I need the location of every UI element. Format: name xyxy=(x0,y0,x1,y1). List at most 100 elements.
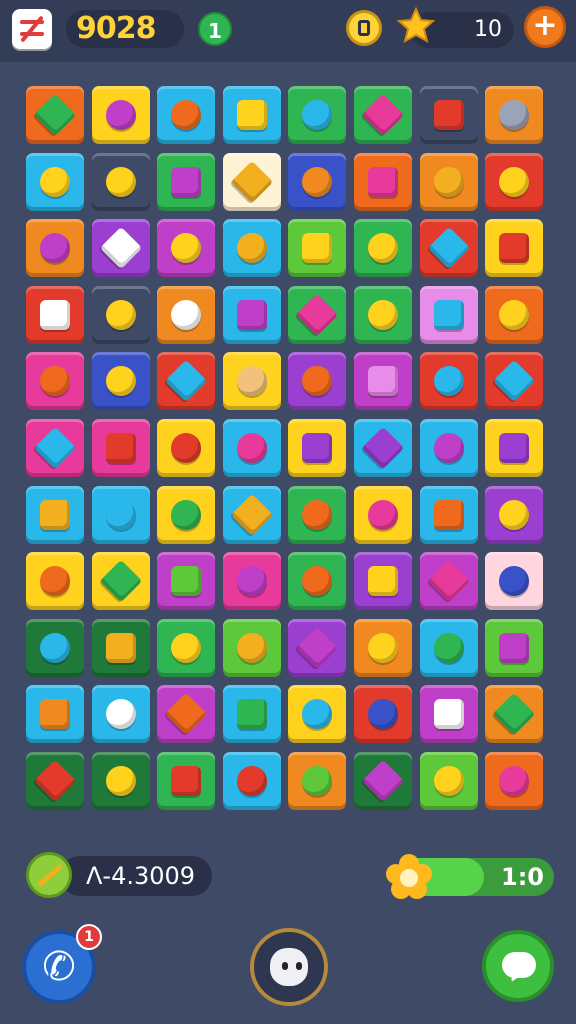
board-tile[interactable] xyxy=(26,219,84,278)
board-tile[interactable] xyxy=(288,485,347,544)
board-tile[interactable] xyxy=(485,86,544,144)
board-tile[interactable] xyxy=(157,419,216,477)
board-tile[interactable] xyxy=(354,552,412,611)
board-tile[interactable] xyxy=(354,352,412,411)
board-tile[interactable] xyxy=(419,352,478,411)
gem-icon xyxy=(492,360,536,403)
board-tile[interactable] xyxy=(419,552,478,611)
board-tile[interactable] xyxy=(91,86,150,144)
board-tile[interactable] xyxy=(157,352,216,411)
board-tile[interactable] xyxy=(157,285,216,344)
board-tile[interactable] xyxy=(485,752,544,810)
board-tile[interactable] xyxy=(354,685,412,744)
board-tile[interactable] xyxy=(91,752,150,810)
board-tile[interactable] xyxy=(354,752,412,810)
gem-icon xyxy=(302,433,333,463)
board-tile[interactable] xyxy=(288,552,347,611)
board-tile[interactable] xyxy=(157,685,216,744)
board-tile[interactable] xyxy=(26,552,84,611)
gem-icon xyxy=(499,766,530,796)
board-tile[interactable] xyxy=(26,285,84,344)
board-tile[interactable] xyxy=(91,685,150,744)
board-tile[interactable] xyxy=(288,419,347,477)
board-tile[interactable] xyxy=(354,152,412,211)
add-stars-button[interactable]: + xyxy=(524,6,566,48)
board-tile[interactable] xyxy=(91,352,150,411)
board-tile[interactable] xyxy=(354,419,412,477)
board-tile[interactable] xyxy=(26,86,84,144)
board-tile[interactable] xyxy=(222,618,281,677)
board-tile[interactable] xyxy=(288,352,347,411)
game-board[interactable] xyxy=(22,82,558,828)
board-tile[interactable] xyxy=(419,419,478,477)
board-tile[interactable] xyxy=(288,219,347,278)
board-tile[interactable] xyxy=(222,219,281,278)
board-tile[interactable] xyxy=(222,352,281,411)
board-tile[interactable] xyxy=(222,485,281,544)
board-tile[interactable] xyxy=(222,419,281,477)
board-tile[interactable] xyxy=(354,219,412,278)
board-tile[interactable] xyxy=(288,685,347,744)
board-tile[interactable] xyxy=(354,618,412,677)
board-tile[interactable] xyxy=(91,219,150,278)
board-tile[interactable] xyxy=(157,485,216,544)
board-tile[interactable] xyxy=(26,752,84,810)
board-tile[interactable] xyxy=(157,618,216,677)
board-tile[interactable] xyxy=(26,685,84,744)
board-tile[interactable] xyxy=(157,752,216,810)
flower-icon xyxy=(386,854,432,899)
board-tile[interactable] xyxy=(419,285,478,344)
board-tile[interactable] xyxy=(485,685,544,744)
board-tile[interactable] xyxy=(288,618,347,677)
board-tile[interactable] xyxy=(485,352,544,411)
board-tile[interactable] xyxy=(419,219,478,278)
board-tile[interactable] xyxy=(26,352,84,411)
board-tile[interactable] xyxy=(485,485,544,544)
board-tile[interactable] xyxy=(157,152,216,211)
board-tile[interactable] xyxy=(354,86,412,144)
board-tile[interactable] xyxy=(485,285,544,344)
board-tile[interactable] xyxy=(222,552,281,611)
board-tile[interactable] xyxy=(419,485,478,544)
board-tile[interactable] xyxy=(222,285,281,344)
avatar-button[interactable] xyxy=(250,928,328,1006)
board-tile[interactable] xyxy=(26,618,84,677)
board-tile[interactable] xyxy=(26,419,84,477)
board-tile[interactable] xyxy=(26,152,84,211)
board-tile[interactable] xyxy=(288,285,347,344)
board-tile[interactable] xyxy=(485,219,544,278)
board-tile[interactable] xyxy=(91,152,150,211)
board-tile[interactable] xyxy=(222,752,281,810)
board-tile[interactable] xyxy=(91,485,150,544)
board-tile[interactable] xyxy=(419,618,478,677)
board-tile[interactable] xyxy=(222,86,281,144)
board-tile[interactable] xyxy=(419,685,478,744)
board-tile[interactable] xyxy=(288,752,347,810)
board-tile[interactable] xyxy=(354,285,412,344)
board-tile[interactable] xyxy=(222,685,281,744)
board-tile[interactable] xyxy=(157,552,216,611)
board-tile[interactable] xyxy=(91,285,150,344)
board-tile[interactable] xyxy=(419,86,478,144)
gem-icon xyxy=(433,632,464,663)
board-tile[interactable] xyxy=(157,86,216,144)
board-tile[interactable] xyxy=(91,419,150,477)
board-tile[interactable] xyxy=(485,618,544,677)
app-logo-icon[interactable] xyxy=(12,9,52,49)
board-tile[interactable] xyxy=(91,618,150,677)
board-tile[interactable] xyxy=(91,552,150,611)
board-tile[interactable] xyxy=(288,86,347,144)
weapon-icon[interactable] xyxy=(26,852,72,898)
gem-icon xyxy=(171,100,202,130)
board-tile[interactable] xyxy=(222,152,281,211)
board-tile[interactable] xyxy=(26,485,84,544)
board-tile[interactable] xyxy=(419,152,478,211)
board-tile[interactable] xyxy=(157,219,216,278)
board-tile[interactable] xyxy=(419,752,478,810)
board-tile[interactable] xyxy=(288,152,347,211)
chat-button[interactable] xyxy=(482,930,554,1002)
board-tile[interactable] xyxy=(485,419,544,477)
board-tile[interactable] xyxy=(354,485,412,544)
board-tile[interactable] xyxy=(485,152,544,211)
board-tile[interactable] xyxy=(485,552,544,611)
